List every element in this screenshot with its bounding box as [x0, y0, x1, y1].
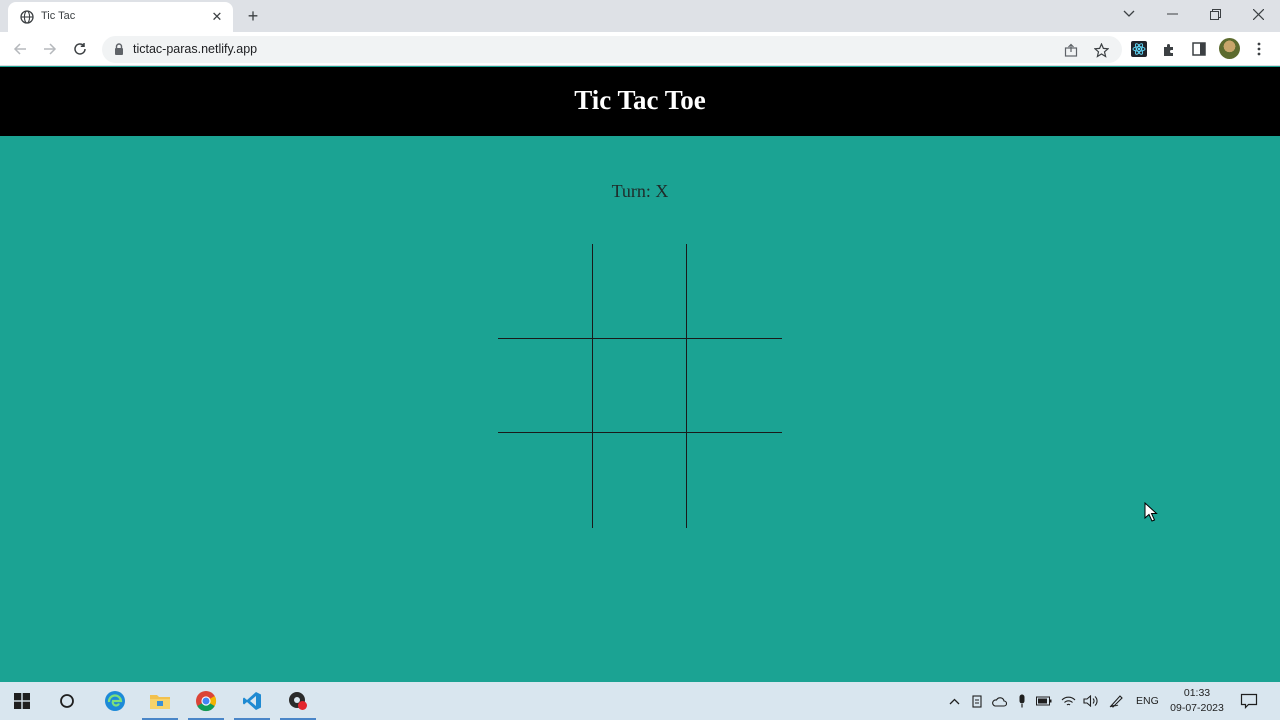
notification-center-icon[interactable]	[1240, 692, 1258, 710]
address-bar[interactable]: tictac-paras.netlify.app	[102, 36, 1122, 63]
extensions-puzzle-icon[interactable]	[1160, 40, 1178, 58]
vscode-icon[interactable]	[230, 682, 274, 720]
app-title: Tic Tac Toe	[574, 85, 706, 115]
reload-icon[interactable]	[70, 39, 90, 59]
browser-tab[interactable]: Tic Tac ✕	[8, 2, 233, 32]
profile-avatar[interactable]	[1219, 38, 1240, 59]
react-devtools-icon[interactable]	[1130, 40, 1148, 58]
lock-icon[interactable]	[114, 43, 124, 55]
battery-icon[interactable]	[1035, 692, 1053, 710]
tab-title: Tic Tac	[41, 10, 76, 22]
kebab-menu-icon[interactable]	[1250, 40, 1268, 58]
new-tab-icon[interactable]: +	[243, 6, 263, 26]
tab-search-chevron-icon[interactable]	[1117, 4, 1141, 24]
tab-strip: Tic Tac ✕ +	[0, 0, 1280, 32]
start-icon[interactable]	[0, 682, 44, 720]
game-board	[498, 244, 782, 528]
board-cell[interactable]	[687, 433, 782, 528]
volume-icon[interactable]	[1081, 692, 1099, 710]
board-cell[interactable]	[498, 338, 593, 434]
clock-time: 01:33	[1183, 687, 1211, 699]
restore-icon[interactable]	[1203, 4, 1227, 24]
board-cell[interactable]	[687, 339, 782, 434]
board-cell[interactable]	[498, 433, 593, 528]
search-icon[interactable]	[45, 682, 89, 720]
chrome-icon[interactable]	[184, 682, 228, 720]
forward-icon[interactable]	[40, 39, 60, 59]
language-indicator[interactable]: ENG	[1136, 695, 1159, 707]
board-cell[interactable]	[498, 244, 593, 339]
board-cell[interactable]	[593, 433, 688, 528]
pen-workspace-icon[interactable]	[1107, 692, 1125, 710]
edge-icon[interactable]	[93, 682, 137, 720]
show-hidden-icons-chevron-icon[interactable]	[945, 692, 963, 710]
share-icon[interactable]	[1062, 41, 1080, 59]
minimize-icon[interactable]	[1160, 4, 1184, 24]
clock[interactable]: 01:33 09-07-2023	[1166, 686, 1228, 716]
browser-toolbar: tictac-paras.netlify.app	[0, 32, 1280, 66]
clock-date: 09-07-2023	[1170, 702, 1224, 714]
wifi-icon[interactable]	[1059, 692, 1077, 710]
microphone-icon[interactable]	[1013, 692, 1031, 710]
file-explorer-icon[interactable]	[138, 682, 182, 720]
side-panel-icon[interactable]	[1190, 40, 1208, 58]
board-cell[interactable]	[687, 244, 782, 339]
mouse-pointer-icon	[1144, 502, 1158, 522]
turn-indicator: Turn: X	[611, 181, 669, 201]
board-cell[interactable]	[592, 244, 688, 339]
recorder-icon[interactable]	[276, 682, 320, 720]
url-text[interactable]: tictac-paras.netlify.app	[133, 42, 257, 56]
taskbar: ENG 01:33 09-07-2023	[0, 682, 1280, 720]
bookmark-star-icon[interactable]	[1092, 41, 1110, 59]
meet-now-icon[interactable]	[968, 692, 986, 710]
board-cell[interactable]	[592, 338, 688, 434]
back-icon[interactable]	[10, 39, 30, 59]
tab-close-icon[interactable]: ✕	[208, 8, 226, 26]
close-window-icon[interactable]	[1246, 4, 1270, 24]
app-header: Tic Tac Toe	[0, 67, 1280, 136]
globe-icon	[20, 10, 34, 24]
onedrive-cloud-icon[interactable]	[990, 692, 1008, 710]
